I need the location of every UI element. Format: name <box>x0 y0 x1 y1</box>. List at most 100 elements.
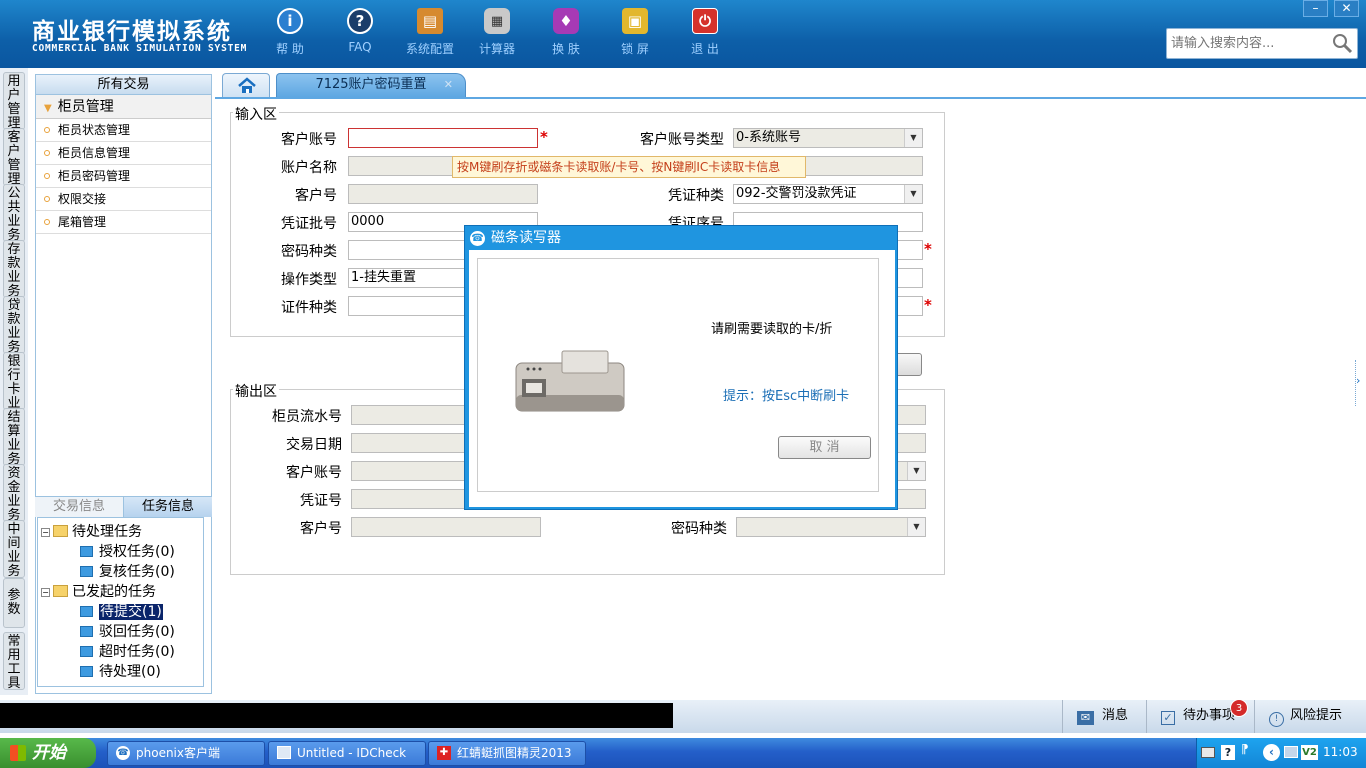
menu-item-label: 柜员信息管理 <box>58 146 131 160</box>
v2-app-icon[interactable]: V2 <box>1301 745 1318 760</box>
account-type-select[interactable]: 0-系统账号 ▼ <box>733 128 923 148</box>
vtab-customer-management[interactable]: 客户管理 <box>3 128 25 187</box>
help-button[interactable]: i 帮 助 <box>260 8 320 57</box>
menu-item-teller-info[interactable]: 柜员信息管理 <box>36 142 211 165</box>
vtab-common-tools[interactable]: 常用工具 <box>3 632 25 691</box>
vtab-deposit-business[interactable]: 存款业务 <box>3 240 25 299</box>
menu-item-tail-box[interactable]: 尾箱管理 <box>36 211 211 234</box>
skin-button[interactable]: ♦ 换 肤 <box>536 8 596 57</box>
network-icon[interactable]: ⁋ <box>1241 742 1249 756</box>
lock-screen-button[interactable]: ▣ 锁 屏 <box>605 8 665 57</box>
tab-underline <box>215 97 1366 99</box>
vtab-parameters[interactable]: 参数 <box>3 578 25 628</box>
task-screenshot-tool[interactable]: ✚ 红蜻蜓抓图精灵2013 <box>428 741 586 766</box>
vtab-settlement-business[interactable]: 结算业务 <box>3 408 25 467</box>
expand-arrow-icon: ▼ <box>44 103 52 114</box>
clock: 11:03 <box>1323 745 1358 759</box>
required-mark: * <box>924 296 932 314</box>
tab-password-reset[interactable]: 7125账户密码重置 ✕ <box>276 73 466 97</box>
calculator-label: 计算器 <box>478 42 515 56</box>
home-icon <box>238 77 256 93</box>
collapse-icon[interactable]: − <box>41 588 50 597</box>
tree-node-review[interactable]: 复核任务(0) <box>80 561 175 581</box>
voucher-type-value: 092-交警罚没款凭证 <box>736 186 857 201</box>
id-type-label: 证件种类 <box>281 300 337 316</box>
close-tab-icon[interactable]: ✕ <box>444 74 453 96</box>
vtab-user-management[interactable]: 用户管理 <box>3 72 25 131</box>
tree-label: 已发起的任务 <box>72 584 156 600</box>
input-area-legend: 输入区 <box>233 104 279 124</box>
risk-alert-button[interactable]: ! 风险提示 <box>1254 700 1366 733</box>
menu-item-label: 权限交接 <box>58 192 107 206</box>
folder-icon <box>53 585 68 597</box>
collapse-icon[interactable]: − <box>41 528 50 537</box>
menu-item-teller-password[interactable]: 柜员密码管理 <box>36 165 211 188</box>
chevron-left-icon[interactable]: ‹ <box>1263 744 1280 761</box>
help-label: 帮 助 <box>276 42 304 56</box>
calculator-icon: ▦ <box>484 8 510 34</box>
cancel-button[interactable]: 取 消 <box>778 436 871 459</box>
out-cust-no-output <box>351 517 541 537</box>
menu-item-permission-handover[interactable]: 权限交接 <box>36 188 211 211</box>
group-teller-management[interactable]: ▼ 柜员管理 <box>36 95 211 119</box>
card-reader-icon <box>515 350 625 412</box>
tab-transaction-info[interactable]: 交易信息 <box>35 497 124 517</box>
home-tab[interactable] <box>222 73 270 97</box>
task-idcheck[interactable]: Untitled - IDCheck <box>268 741 426 766</box>
cust-no-label: 客户号 <box>295 188 337 204</box>
vtab-fund-business[interactable]: 资金业务 <box>3 464 25 523</box>
display-icon[interactable] <box>1284 746 1298 758</box>
help-tray-icon[interactable]: ? <box>1221 745 1235 760</box>
tree-node-authorize[interactable]: 授权任务(0) <box>80 541 175 561</box>
tree-node-rejected[interactable]: 驳回任务(0) <box>80 621 175 641</box>
menu-item-teller-status[interactable]: 柜员状态管理 <box>36 119 211 142</box>
lock-icon: ▣ <box>622 8 648 34</box>
tree-node-pending[interactable]: − 待处理任务 <box>41 521 142 541</box>
tree-node-initiated[interactable]: − 已发起的任务 <box>41 581 156 601</box>
cust-account-label: 客户账号 <box>281 132 337 148</box>
tree-node-to-submit[interactable]: 待提交(1) <box>80 601 163 621</box>
chevron-right-icon: › <box>1356 374 1361 387</box>
task-icon <box>80 606 93 617</box>
tree-node-processing[interactable]: 待处理(0) <box>80 661 161 681</box>
faq-button[interactable]: ? FAQ <box>330 8 390 54</box>
cust-account-input[interactable] <box>348 128 538 148</box>
vtab-loan-business[interactable]: 贷款业务 <box>3 296 25 355</box>
keyboard-icon[interactable] <box>1201 747 1215 758</box>
cust-no-input <box>348 184 538 204</box>
mail-icon: ✉ <box>1077 711 1094 725</box>
account-type-label: 客户账号类型 <box>640 132 724 148</box>
out-cust-no-label: 客户号 <box>300 521 342 537</box>
start-label: 开始 <box>32 743 66 763</box>
vtab-bankcard-business[interactable]: 银行卡业务 <box>3 352 25 410</box>
vtab-intermediary-business[interactable]: 中间业务 <box>3 520 25 579</box>
voucher-type-select[interactable]: 092-交警罚没款凭证 ▼ <box>733 184 923 204</box>
minimize-button[interactable]: – <box>1303 0 1328 17</box>
op-type-label: 操作类型 <box>281 272 337 288</box>
side-expand-handle[interactable]: › <box>1355 360 1363 406</box>
search-icon[interactable] <box>1331 32 1353 54</box>
trade-date-label: 交易日期 <box>286 437 342 453</box>
skin-icon: ♦ <box>553 8 579 34</box>
close-window-button[interactable]: ✕ <box>1334 0 1359 17</box>
tree-node-timeout[interactable]: 超时任务(0) <box>80 641 175 661</box>
task-phoenix-client[interactable]: ☎ phoenix客户端 <box>107 741 265 766</box>
info-tabs: 交易信息 任务信息 <box>35 496 212 517</box>
toolbox-icon: ▤ <box>417 8 443 34</box>
tab-task-info[interactable]: 任务信息 <box>124 497 212 517</box>
search-input[interactable] <box>1167 29 1327 57</box>
task-label: Untitled - IDCheck <box>297 746 407 760</box>
dropdown-arrow-icon: ▼ <box>904 129 922 147</box>
group-label: 柜员管理 <box>57 99 114 115</box>
dialog-title: 磁条读写器 <box>491 230 561 246</box>
start-button[interactable]: 开始 <box>0 738 96 768</box>
app-title: 商业银行模拟系统 <box>32 19 232 45</box>
system-config-button[interactable]: ▤ 系统配置 <box>400 8 460 57</box>
vtab-public-business[interactable]: 公共业务 <box>3 184 25 243</box>
calculator-button[interactable]: ▦ 计算器 <box>467 8 527 57</box>
task-icon <box>80 666 93 677</box>
task-icon <box>80 626 93 637</box>
tree-label: 复核任务(0) <box>99 564 175 580</box>
exit-button[interactable]: ⏻ 退 出 <box>675 8 735 57</box>
windows-logo-icon <box>10 745 26 761</box>
